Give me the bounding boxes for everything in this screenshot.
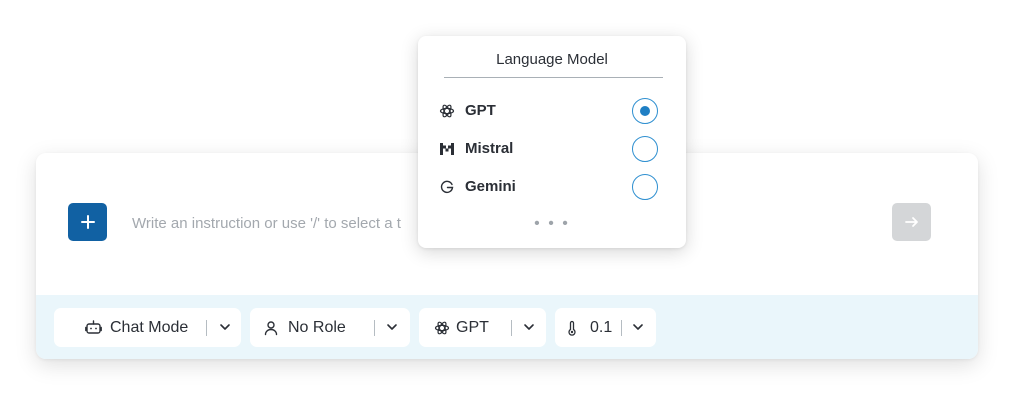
option-label: Mistral bbox=[465, 140, 514, 157]
separator bbox=[374, 320, 375, 336]
arrow-right-icon bbox=[904, 217, 918, 227]
openai-icon bbox=[433, 319, 451, 337]
option-label: Gemini bbox=[465, 178, 516, 195]
temperature-label: 0.1 bbox=[590, 318, 613, 336]
chat-mode-label: Chat Mode bbox=[110, 318, 189, 336]
popup-title: Language Model bbox=[496, 51, 608, 68]
separator bbox=[621, 320, 622, 336]
model-option-mistral[interactable]: Mistral bbox=[438, 135, 660, 163]
send-button[interactable] bbox=[892, 203, 931, 241]
model-selector[interactable]: GPT bbox=[419, 308, 546, 347]
instruction-input[interactable] bbox=[132, 211, 432, 235]
mistral-icon bbox=[438, 140, 456, 158]
role-label: No Role bbox=[288, 318, 346, 336]
separator bbox=[511, 320, 512, 336]
model-option-gpt[interactable]: GPT bbox=[438, 97, 660, 125]
model-option-gemini[interactable]: Gemini bbox=[438, 173, 660, 201]
separator bbox=[206, 320, 207, 336]
radio-unselected[interactable] bbox=[632, 174, 658, 200]
language-model-popup: Language Model GPT Mistral Gemini • • • bbox=[418, 36, 686, 248]
role-selector[interactable]: No Role bbox=[250, 308, 410, 347]
radio-unselected[interactable] bbox=[632, 136, 658, 162]
chevron-down-icon[interactable] bbox=[520, 318, 538, 336]
option-label: GPT bbox=[465, 102, 496, 119]
robot-icon bbox=[84, 319, 102, 337]
chevron-down-icon[interactable] bbox=[216, 318, 234, 336]
chat-mode-selector[interactable]: Chat Mode bbox=[54, 308, 241, 347]
google-icon bbox=[438, 178, 456, 196]
divider bbox=[444, 77, 663, 78]
thermometer-icon bbox=[563, 319, 581, 337]
chevron-down-icon[interactable] bbox=[383, 318, 401, 336]
model-label: GPT bbox=[456, 318, 489, 336]
temperature-selector[interactable]: 0.1 bbox=[555, 308, 656, 347]
plus-icon bbox=[80, 215, 95, 229]
chevron-down-icon[interactable] bbox=[629, 318, 647, 336]
add-button[interactable] bbox=[68, 203, 107, 241]
composer-toolbar: Chat Mode No Role GPT 0.1 bbox=[36, 295, 978, 359]
user-icon bbox=[262, 319, 280, 337]
radio-selected[interactable] bbox=[632, 98, 658, 124]
openai-icon bbox=[438, 102, 456, 120]
radio-dot bbox=[640, 106, 650, 116]
more-options-icon[interactable]: • • • bbox=[418, 216, 686, 232]
